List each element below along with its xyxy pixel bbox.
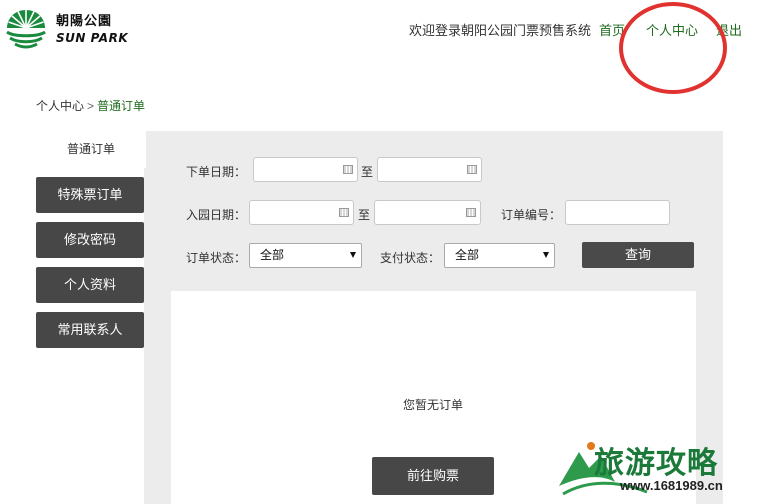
query-button[interactable]: 查询 [582, 242, 694, 268]
calendar-icon[interactable] [343, 165, 353, 174]
dropdown-arrow-icon [350, 252, 356, 258]
calendar-icon[interactable] [466, 208, 476, 217]
calendar-icon[interactable] [339, 208, 349, 217]
order-number-input[interactable] [565, 200, 670, 225]
breadcrumb-separator: > [87, 99, 95, 113]
order-date-end-input[interactable] [377, 157, 482, 182]
welcome-text: 欢迎登录朝阳公园门票预售系统 [409, 23, 592, 38]
pay-status-select[interactable]: 全部 [444, 243, 555, 268]
watermark-url: www.1681989.cn [620, 478, 723, 493]
calendar-icon[interactable] [467, 165, 477, 174]
breadcrumb-root[interactable]: 个人中心 [36, 99, 84, 113]
sidebar-item-normal-orders[interactable]: 普通订单 [36, 131, 146, 168]
sidebar-item-contacts[interactable]: 常用联系人 [36, 312, 144, 348]
entry-date-to-label: 至 [358, 208, 371, 222]
breadcrumb: 个人中心 > 普通订单 [36, 97, 145, 114]
order-date-label: 下单日期： [186, 165, 247, 179]
order-status-value: 全部 [260, 248, 285, 262]
pay-status-value: 全部 [455, 248, 480, 262]
sidebar-item-change-password[interactable]: 修改密码 [36, 222, 144, 258]
entry-date-start-input[interactable] [249, 200, 354, 225]
order-status-select[interactable]: 全部 [249, 243, 362, 268]
entry-date-end-input[interactable] [374, 200, 481, 225]
highlight-circle [619, 2, 727, 94]
order-status-label: 订单状态： [186, 251, 247, 265]
order-date-start-input[interactable] [253, 157, 358, 182]
pay-status-label: 支付状态： [380, 251, 441, 265]
order-number-label: 订单编号： [501, 208, 562, 222]
watermark-title: 旅游攻略 [594, 446, 718, 481]
go-buy-tickets-button[interactable]: 前往购票 [372, 457, 494, 495]
sidebar-item-special-orders[interactable]: 特殊票订单 [36, 177, 144, 213]
empty-orders-message: 您暂无订单 [403, 398, 464, 412]
breadcrumb-current: 普通订单 [97, 99, 146, 113]
dropdown-arrow-icon [543, 252, 549, 258]
sidebar-item-profile[interactable]: 个人资料 [36, 267, 144, 303]
entry-date-label: 入园日期： [186, 208, 247, 222]
order-date-to-label: 至 [361, 165, 374, 179]
